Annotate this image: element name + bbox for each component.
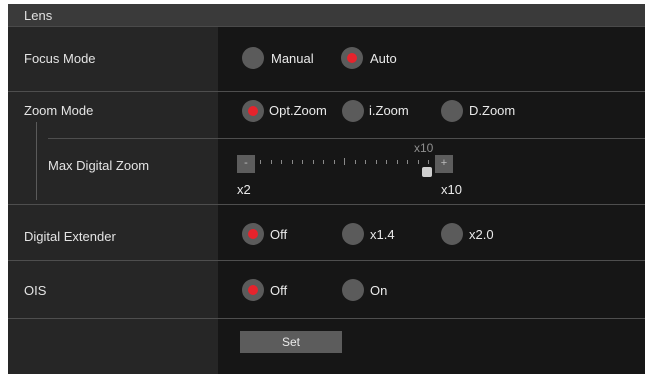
ois-on-label[interactable]: On <box>370 283 387 298</box>
zoom-decrement-button[interactable]: - <box>237 155 255 173</box>
focus-mode-manual-radio[interactable] <box>242 47 264 69</box>
ois-on-radio[interactable] <box>342 279 364 301</box>
control-column <box>218 27 645 374</box>
zoom-mode-opt-zoom-radio[interactable] <box>242 100 264 122</box>
lens-settings-panel: Lens Focus Mode Manual Auto Zoom Mode Op… <box>8 4 645 374</box>
digital-extender-x2-0-radio[interactable] <box>441 223 463 245</box>
zoom-slider-max-label: x10 <box>441 182 462 197</box>
separator <box>8 204 645 205</box>
slider-tick <box>334 160 335 164</box>
ois-label: OIS <box>24 283 47 298</box>
digital-extender-x1-4-radio[interactable] <box>342 223 364 245</box>
group-indent-line <box>36 122 37 200</box>
label-column <box>8 27 218 374</box>
digital-extender-label: Digital Extender <box>24 229 116 244</box>
slider-tick <box>355 160 356 164</box>
ois-off-radio[interactable] <box>242 279 264 301</box>
slider-tick <box>344 158 345 165</box>
slider-tick <box>428 160 429 164</box>
separator <box>8 318 645 319</box>
max-digital-zoom-current-value: x10 <box>414 141 434 155</box>
zoom-mode-i-zoom-radio[interactable] <box>342 100 364 122</box>
separator <box>48 138 645 139</box>
slider-tick <box>376 160 377 164</box>
zoom-mode-d-zoom-label[interactable]: D.Zoom <box>469 103 515 118</box>
digital-extender-off-label[interactable]: Off <box>270 227 287 242</box>
ois-off-label[interactable]: Off <box>270 283 287 298</box>
slider-tick <box>260 160 261 164</box>
focus-mode-auto-radio[interactable] <box>341 47 363 69</box>
digital-extender-x2-0-label[interactable]: x2.0 <box>469 227 494 242</box>
focus-mode-auto-label[interactable]: Auto <box>370 51 397 66</box>
separator <box>8 91 645 92</box>
panel-title-bar: Lens <box>8 4 645 27</box>
slider-tick <box>407 160 408 164</box>
zoom-increment-button[interactable]: + <box>435 155 453 173</box>
digital-extender-x1-4-label[interactable]: x1.4 <box>370 227 395 242</box>
slider-tick <box>397 160 398 164</box>
focus-mode-label: Focus Mode <box>24 51 96 66</box>
slider-tick <box>271 160 272 164</box>
slider-tick <box>302 160 303 164</box>
panel-title: Lens <box>24 8 53 23</box>
digital-extender-off-radio[interactable] <box>242 223 264 245</box>
zoom-mode-d-zoom-radio[interactable] <box>441 100 463 122</box>
focus-mode-manual-label[interactable]: Manual <box>271 51 314 66</box>
slider-tick <box>313 160 314 164</box>
slider-tick <box>281 160 282 164</box>
set-button[interactable]: Set <box>240 331 342 353</box>
slider-tick <box>386 160 387 164</box>
slider-tick <box>418 160 419 164</box>
slider-tick <box>323 160 324 164</box>
slider-tick <box>365 160 366 164</box>
zoom-mode-opt-zoom-label[interactable]: Opt.Zoom <box>269 103 327 118</box>
slider-tick <box>292 160 293 164</box>
zoom-slider-min-label: x2 <box>237 182 251 197</box>
zoom-mode-i-zoom-label[interactable]: i.Zoom <box>369 103 409 118</box>
max-digital-zoom-label: Max Digital Zoom <box>48 158 150 173</box>
zoom-mode-label: Zoom Mode <box>24 103 94 118</box>
zoom-slider-track[interactable] <box>260 158 429 172</box>
separator <box>8 260 645 261</box>
zoom-slider-thumb[interactable] <box>422 167 432 177</box>
